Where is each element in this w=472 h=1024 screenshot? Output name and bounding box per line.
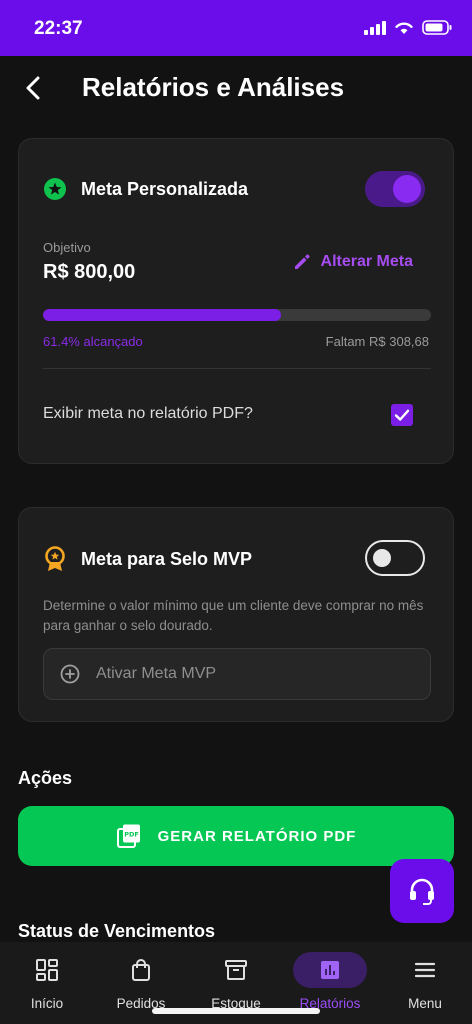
add-circle-icon xyxy=(60,664,80,684)
nav-item-inicio[interactable]: Início xyxy=(0,942,94,1024)
objective-label: Objetivo xyxy=(43,240,91,255)
status-icons xyxy=(364,20,452,35)
headset-icon xyxy=(410,878,434,905)
svg-text:PDF: PDF xyxy=(124,831,139,839)
mvp-goal-toggle[interactable] xyxy=(365,540,425,576)
activate-mvp-label: Ativar Meta MVP xyxy=(96,665,217,682)
support-fab[interactable] xyxy=(390,859,454,923)
nav-icon-wrap xyxy=(293,952,367,988)
back-arrow-icon xyxy=(26,76,40,100)
nav-icon-wrap xyxy=(199,952,273,988)
nav-icon-wrap xyxy=(10,952,84,988)
dashboard-icon xyxy=(36,959,58,981)
status-time: 22:37 xyxy=(34,18,83,39)
shopping-bag-icon xyxy=(132,959,150,981)
custom-goal-title: Meta Personalizada xyxy=(81,178,249,199)
actions-title: Ações xyxy=(18,768,73,788)
signal-icon xyxy=(364,20,386,35)
bar-chart-icon xyxy=(321,961,339,979)
due-status-title: Status de Vencimentos xyxy=(18,921,216,941)
remaining-text: Faltam R$ 308,68 xyxy=(325,334,429,349)
mvp-goal-header: Meta para Selo MVP xyxy=(43,546,252,572)
divider xyxy=(43,368,431,369)
nav-label: Início xyxy=(30,996,64,1011)
back-button[interactable] xyxy=(18,72,50,104)
home-indicator xyxy=(152,1008,320,1014)
hamburger-menu-icon xyxy=(414,962,436,978)
app-header: Relatórios e Análises xyxy=(0,56,472,120)
goal-progress-bar xyxy=(43,309,431,321)
pdf-option-label: Exibir meta no relatório PDF? xyxy=(43,405,253,422)
edit-goal-label: Alterar Meta xyxy=(320,253,413,270)
custom-goal-header: Meta Personalizada xyxy=(43,177,248,201)
check-icon xyxy=(394,409,410,421)
generate-pdf-label: GERAR RELATÓRIO PDF xyxy=(157,827,357,845)
pdf-option-checkbox[interactable] xyxy=(391,404,413,426)
nav-icon-wrap xyxy=(388,952,462,988)
mvp-goal-title: Meta para Selo MVP xyxy=(81,548,253,569)
archive-box-icon xyxy=(225,960,247,980)
edit-goal-button[interactable]: Alterar Meta xyxy=(293,253,413,271)
toggle-knob xyxy=(373,549,391,567)
generate-pdf-button[interactable]: PDF GERAR RELATÓRIO PDF xyxy=(18,806,454,866)
custom-goal-card: Meta Personalizada Objetivo R$ 800,00 Al… xyxy=(18,138,454,464)
pencil-icon xyxy=(294,254,310,269)
nav-icon-wrap xyxy=(104,952,178,988)
star-badge-icon xyxy=(44,178,66,200)
wifi-icon xyxy=(395,22,413,34)
page-title: Relatórios e Análises xyxy=(82,72,345,102)
nav-item-menu[interactable]: Menu xyxy=(378,942,472,1024)
mvp-description: Determine o valor mínimo que um cliente … xyxy=(43,598,424,633)
nav-label: Menu xyxy=(408,996,442,1011)
goal-progress-fill xyxy=(43,309,282,321)
mvp-goal-card: Meta para Selo MVP Determine o valor mín… xyxy=(18,507,454,722)
medal-icon xyxy=(45,546,65,571)
objective-value: R$ 800,00 xyxy=(43,261,136,283)
battery-icon xyxy=(422,20,452,35)
status-bar: 22:37 xyxy=(0,0,472,56)
progress-text: 61.4% alcançado xyxy=(43,334,143,349)
pdf-file-icon: PDF xyxy=(116,824,140,848)
custom-goal-toggle[interactable] xyxy=(365,171,425,207)
toggle-knob xyxy=(393,175,421,203)
activate-mvp-button[interactable]: Ativar Meta MVP xyxy=(43,648,431,700)
